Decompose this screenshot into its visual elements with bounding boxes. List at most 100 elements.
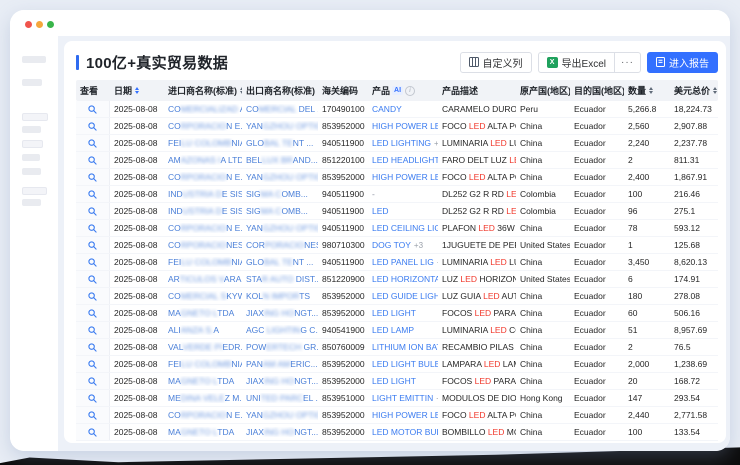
exporter-link[interactable]: CORPORACIONES... xyxy=(242,240,318,250)
view-button[interactable] xyxy=(76,118,110,134)
product-cell[interactable]: DOG TOY+3 xyxy=(368,240,438,250)
product-link[interactable]: LED LIGHTING xyxy=(372,138,431,148)
exporter-link[interactable]: YANGZHOU OPTICAL LI... xyxy=(242,223,318,233)
view-button[interactable] xyxy=(76,152,110,168)
exporter-link[interactable]: KOLN IMPORTS xyxy=(242,291,318,301)
exporter-link[interactable]: GLOBAL TENT ... xyxy=(242,138,318,148)
view-button[interactable] xyxy=(76,339,110,355)
importer-link[interactable]: CORPORACION E... xyxy=(164,410,242,420)
product-more-badge[interactable]: +3 xyxy=(414,241,423,250)
view-button[interactable] xyxy=(76,186,110,202)
product-cell[interactable]: LED GUIDE LIGHT T xyxy=(368,291,438,301)
view-button[interactable] xyxy=(76,203,110,219)
exporter-link[interactable]: BELLUX BRAND... xyxy=(242,155,318,165)
view-button[interactable] xyxy=(76,305,110,321)
view-button[interactable] xyxy=(76,271,110,287)
importer-link[interactable]: INDUSTRIA DE SIS... xyxy=(164,189,242,199)
maximize-window-icon[interactable] xyxy=(47,21,54,28)
product-link[interactable]: HIGH POWER LED F xyxy=(372,172,438,182)
minimize-window-icon[interactable] xyxy=(36,21,43,28)
product-link[interactable]: CANDY xyxy=(372,104,402,114)
product-link[interactable]: LED xyxy=(372,206,389,216)
product-cell[interactable]: LED LIGHTING+1 xyxy=(368,138,438,148)
exporter-link[interactable]: YANGZHOU OPTICAL LI... xyxy=(242,172,318,182)
product-link[interactable]: LED CEILING LIGHT xyxy=(372,223,438,233)
importer-link[interactable]: MAGNETO LTDA xyxy=(164,376,242,386)
view-button[interactable] xyxy=(76,237,110,253)
importer-link[interactable]: AMAZONAS IA LTDA xyxy=(164,155,242,165)
exporter-link[interactable]: SIGMA COMB... xyxy=(242,189,318,199)
sort-icon[interactable] xyxy=(649,87,653,94)
exporter-link[interactable]: YANGZHOU OPTICAL LI... xyxy=(242,121,318,131)
product-cell[interactable]: LED CEILING LIGHT xyxy=(368,223,438,233)
product-cell[interactable]: LITHIUM ION BATTE xyxy=(368,342,438,352)
customize-columns-button[interactable]: 自定义列 xyxy=(460,52,532,73)
sort-icon[interactable] xyxy=(135,87,139,94)
view-button[interactable] xyxy=(76,356,110,372)
exporter-link[interactable]: UNITED PARCEL ... xyxy=(242,393,318,403)
enter-report-button[interactable]: 进入报告 xyxy=(647,52,718,73)
importer-link[interactable]: MEDINA VELEZ M... xyxy=(164,393,242,403)
product-link[interactable]: LED PANEL LIG xyxy=(372,257,434,267)
product-cell[interactable]: LED MOTOR BULB xyxy=(368,427,438,437)
product-cell[interactable]: LED xyxy=(368,206,438,216)
product-cell[interactable]: HIGH POWER LED F xyxy=(368,410,438,420)
importer-link[interactable]: FEILU COLOMBNIA ... xyxy=(164,359,242,369)
product-cell[interactable]: LED HEADLIGHT xyxy=(368,155,438,165)
product-cell[interactable]: LED LIGHT xyxy=(368,308,438,318)
exporter-link[interactable]: SIGMA COMB... xyxy=(242,206,318,216)
view-button[interactable] xyxy=(76,220,110,236)
product-link[interactable]: HIGH POWER LED F xyxy=(372,410,438,420)
importer-link[interactable]: CORPORACION E... xyxy=(164,121,242,131)
exporter-link[interactable]: JIAXING HONGT... xyxy=(242,427,318,437)
product-link[interactable]: HIGH POWER LED F xyxy=(372,121,438,131)
view-button[interactable] xyxy=(76,373,110,389)
sort-icon[interactable] xyxy=(713,87,717,94)
product-link[interactable]: LED GUIDE LIGHT T xyxy=(372,291,438,301)
product-link[interactable]: LED HORIZONTAL L xyxy=(372,274,438,284)
product-link[interactable]: - xyxy=(372,189,375,199)
exporter-link[interactable]: JIAXING HONGT... xyxy=(242,376,318,386)
product-cell[interactable]: - xyxy=(368,189,438,199)
product-link[interactable]: LED LIGHT xyxy=(372,376,416,386)
product-link[interactable]: LIGHT EMITTIN xyxy=(372,393,433,403)
exporter-link[interactable]: JIAXING HONGT... xyxy=(242,308,318,318)
product-link[interactable]: LED HEADLIGHT xyxy=(372,155,438,165)
view-button[interactable] xyxy=(76,254,110,270)
product-cell[interactable]: HIGH POWER LED F xyxy=(368,121,438,131)
product-cell[interactable]: LED LAMP xyxy=(368,325,438,335)
product-cell[interactable]: LED PANEL LIG+1 xyxy=(368,257,438,267)
product-cell[interactable]: HIGH POWER LED F xyxy=(368,172,438,182)
exporter-link[interactable]: POWERTECH GR... xyxy=(242,342,318,352)
column-header[interactable]: 进口商名称(标准) xyxy=(164,84,242,97)
view-button[interactable] xyxy=(76,322,110,338)
exporter-link[interactable]: AGC LIGHTING C... xyxy=(242,325,318,335)
importer-link[interactable]: VALVERDE PIEDR... xyxy=(164,342,242,352)
product-cell[interactable]: LED LIGHT BULB xyxy=(368,359,438,369)
exporter-link[interactable]: COMERCIAL DEL ... xyxy=(242,104,318,114)
importer-link[interactable]: COMERCIAL SKYWI... xyxy=(164,291,242,301)
view-button[interactable] xyxy=(76,169,110,185)
product-cell[interactable]: LED LIGHT xyxy=(368,376,438,386)
close-window-icon[interactable] xyxy=(25,21,32,28)
importer-link[interactable]: INDUSTRIA DE SIS... xyxy=(164,206,242,216)
exporter-link[interactable]: YANGZHOU OPTICAL LI... xyxy=(242,410,318,420)
info-icon[interactable]: i xyxy=(405,86,415,96)
column-header[interactable]: 出口商名称(标准) xyxy=(242,84,318,97)
column-header[interactable]: 数量 xyxy=(624,84,670,97)
more-options-button[interactable]: ··· xyxy=(614,52,641,73)
exporter-link[interactable]: PANAM AMERIC... xyxy=(242,359,318,369)
view-button[interactable] xyxy=(76,101,110,117)
product-link[interactable]: LED LIGHT BULB xyxy=(372,359,438,369)
product-link[interactable]: LITHIUM ION BATTE xyxy=(372,342,438,352)
product-link[interactable]: LED MOTOR BULB xyxy=(372,427,438,437)
view-button[interactable] xyxy=(76,424,110,440)
importer-link[interactable]: FEILU COLOMBNIA ... xyxy=(164,138,242,148)
view-button[interactable] xyxy=(76,407,110,423)
importer-link[interactable]: ARTICULOS VARA... xyxy=(164,274,242,284)
exporter-link[interactable]: GLOBAL TENT ... xyxy=(242,257,318,267)
product-link[interactable]: LED LAMP xyxy=(372,325,414,335)
product-cell[interactable]: LIGHT EMITTIN+1 xyxy=(368,393,438,403)
view-button[interactable] xyxy=(76,288,110,304)
importer-link[interactable]: MAGNETO LTDA xyxy=(164,308,242,318)
